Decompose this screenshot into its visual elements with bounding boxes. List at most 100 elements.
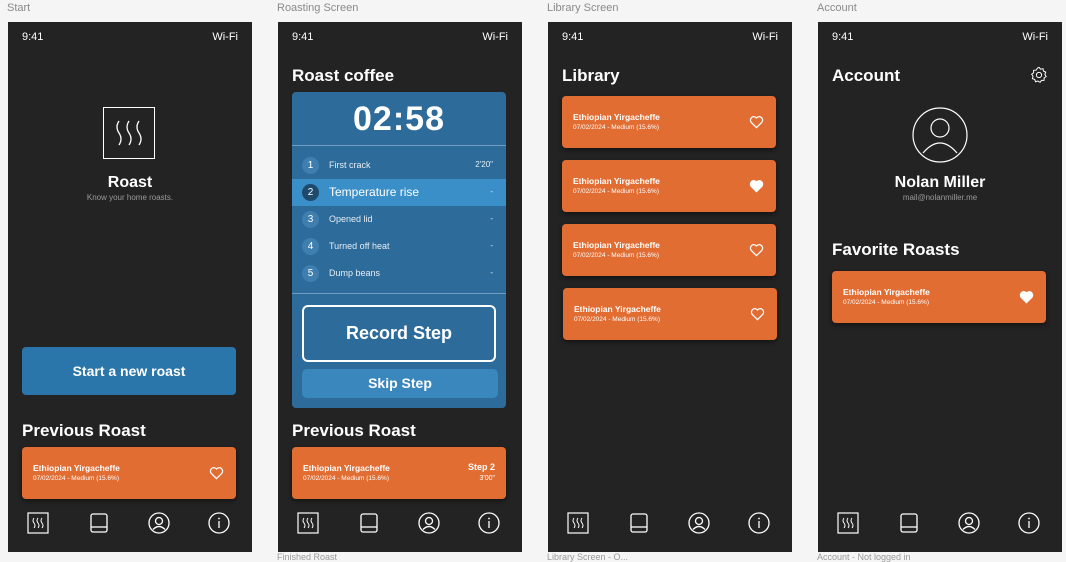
account-icon[interactable] bbox=[688, 512, 710, 534]
card-title: Ethiopian Yirgacheffe bbox=[573, 112, 660, 122]
status-bar: 9:41 Wi-Fi bbox=[292, 31, 508, 43]
info-icon[interactable] bbox=[478, 512, 500, 534]
record-step-button[interactable]: Record Step bbox=[302, 305, 496, 362]
library-heading: Library bbox=[562, 66, 620, 85]
step-value: - bbox=[490, 214, 493, 223]
card-title: Ethiopian Yirgacheffe bbox=[303, 463, 390, 473]
account-screen: 9:41 Wi-Fi Account Nolan Miller mail@nol… bbox=[818, 22, 1062, 552]
start-new-roast-button[interactable]: Start a new roast bbox=[22, 347, 236, 395]
previous-roast-card[interactable]: Ethiopian Yirgacheffe 07/02/2024 - Mediu… bbox=[22, 447, 236, 499]
profile-name: Nolan Miller bbox=[894, 174, 986, 191]
roast-timer: 02:58 bbox=[353, 100, 445, 138]
library-item[interactable]: Ethiopian Yirgacheffe 07/02/2024 - Mediu… bbox=[563, 288, 777, 340]
step-label: Dump beans bbox=[329, 268, 381, 278]
account-icon[interactable] bbox=[958, 512, 980, 534]
card-subtitle: 07/02/2024 - Medium (15.6%) bbox=[843, 299, 929, 306]
next-frame-label: Library Screen - O... bbox=[547, 552, 629, 562]
roast-icon[interactable] bbox=[297, 512, 319, 534]
step-value: - bbox=[490, 241, 493, 250]
account-icon[interactable] bbox=[148, 512, 170, 534]
frame-label-start: Start bbox=[7, 2, 31, 14]
status-wifi: Wi-Fi bbox=[482, 31, 508, 43]
profile-email: mail@nolanmiller.me bbox=[902, 193, 978, 202]
step-label: Temperature rise bbox=[329, 185, 420, 199]
card-subtitle: 07/02/2024 - Medium (15.6%) bbox=[573, 124, 659, 131]
account-heading: Account bbox=[832, 66, 900, 85]
roast-logo-icon bbox=[103, 107, 155, 159]
step-row-active[interactable]: 2 Temperature rise - bbox=[292, 179, 506, 206]
frame-label-library: Library Screen bbox=[547, 2, 619, 14]
settings-gear-icon[interactable] bbox=[1030, 66, 1048, 84]
card-subtitle: 07/02/2024 - Medium (15.6%) bbox=[573, 252, 659, 259]
library-item[interactable]: Ethiopian Yirgacheffe 07/02/2024 - Mediu… bbox=[562, 96, 776, 148]
step-number: 5 bbox=[302, 265, 319, 282]
step-value: - bbox=[490, 187, 493, 196]
divider bbox=[292, 293, 506, 294]
heart-outline-icon[interactable] bbox=[750, 307, 765, 321]
library-icon[interactable] bbox=[88, 512, 110, 534]
status-time: 9:41 bbox=[832, 31, 854, 43]
heart-filled-icon[interactable] bbox=[749, 179, 764, 193]
status-time: 9:41 bbox=[22, 31, 44, 43]
skip-step-button[interactable]: Skip Step bbox=[302, 369, 498, 398]
favorite-roast-card[interactable]: Ethiopian Yirgacheffe 07/02/2024 - Mediu… bbox=[832, 271, 1046, 323]
tab-bar bbox=[818, 504, 1062, 552]
step-value: 2'20" bbox=[475, 160, 493, 169]
roast-icon[interactable] bbox=[837, 512, 859, 534]
library-item[interactable]: Ethiopian Yirgacheffe 07/02/2024 - Mediu… bbox=[562, 224, 776, 276]
info-icon[interactable] bbox=[208, 512, 230, 534]
step-row[interactable]: 4 Turned off heat - bbox=[292, 233, 506, 260]
previous-roast-card[interactable]: Ethiopian Yirgacheffe 07/02/2024 - Mediu… bbox=[292, 447, 506, 499]
library-icon[interactable] bbox=[358, 512, 380, 534]
divider bbox=[292, 145, 506, 146]
previous-roast-heading: Previous Roast bbox=[22, 421, 146, 440]
start-screen: 9:41 Wi-Fi Roast Know your home roasts. … bbox=[8, 22, 252, 552]
frame-label-account: Account bbox=[817, 2, 857, 14]
roast-coffee-heading: Roast coffee bbox=[292, 66, 395, 85]
status-bar: 9:41 Wi-Fi bbox=[22, 31, 238, 43]
roast-icon[interactable] bbox=[567, 512, 589, 534]
heart-outline-icon[interactable] bbox=[749, 243, 764, 257]
roast-icon[interactable] bbox=[27, 512, 49, 534]
library-icon[interactable] bbox=[898, 512, 920, 534]
card-subtitle: 07/02/2024 - Medium (15.6%) bbox=[303, 475, 389, 482]
card-subtitle: 07/02/2024 - Medium (15.6%) bbox=[33, 475, 119, 482]
status-bar: 9:41 Wi-Fi bbox=[562, 31, 778, 43]
heart-outline-icon[interactable] bbox=[749, 115, 764, 129]
step-row[interactable]: 5 Dump beans - bbox=[292, 260, 506, 287]
frame-label-roasting: Roasting Screen bbox=[277, 2, 359, 14]
card-step-time: 3'00" bbox=[479, 475, 495, 482]
step-number: 2 bbox=[302, 184, 319, 201]
account-icon[interactable] bbox=[418, 512, 440, 534]
tab-bar bbox=[278, 504, 522, 552]
library-screen: 9:41 Wi-Fi Library Ethiopian Yirgacheffe… bbox=[548, 22, 792, 552]
step-label: First crack bbox=[329, 160, 371, 170]
library-item[interactable]: Ethiopian Yirgacheffe 07/02/2024 - Mediu… bbox=[562, 160, 776, 212]
library-icon[interactable] bbox=[628, 512, 650, 534]
step-row[interactable]: 1 First crack 2'20" bbox=[292, 152, 506, 179]
card-title: Ethiopian Yirgacheffe bbox=[573, 240, 660, 250]
step-number: 4 bbox=[302, 238, 319, 255]
status-bar: 9:41 Wi-Fi bbox=[832, 31, 1048, 43]
card-title: Ethiopian Yirgacheffe bbox=[843, 287, 930, 297]
tab-bar bbox=[8, 504, 252, 552]
heart-filled-icon[interactable] bbox=[1019, 290, 1034, 304]
card-subtitle: 07/02/2024 - Medium (15.6%) bbox=[573, 188, 659, 195]
info-icon[interactable] bbox=[1018, 512, 1040, 534]
step-label: Turned off heat bbox=[329, 241, 390, 251]
info-icon[interactable] bbox=[748, 512, 770, 534]
status-wifi: Wi-Fi bbox=[212, 31, 238, 43]
card-title: Ethiopian Yirgacheffe bbox=[574, 304, 661, 314]
app-title: Roast bbox=[107, 174, 153, 191]
step-number: 3 bbox=[302, 211, 319, 228]
card-subtitle: 07/02/2024 - Medium (15.6%) bbox=[574, 316, 660, 323]
roasting-screen: 9:41 Wi-Fi Roast coffee 02:58 1 First cr… bbox=[278, 22, 522, 552]
heart-outline-icon[interactable] bbox=[209, 466, 224, 480]
card-title: Ethiopian Yirgacheffe bbox=[573, 176, 660, 186]
step-label: Opened lid bbox=[329, 214, 373, 224]
step-number: 1 bbox=[302, 157, 319, 174]
step-row[interactable]: 3 Opened lid - bbox=[292, 206, 506, 233]
status-wifi: Wi-Fi bbox=[1022, 31, 1048, 43]
status-time: 9:41 bbox=[562, 31, 584, 43]
step-value: - bbox=[490, 268, 493, 277]
